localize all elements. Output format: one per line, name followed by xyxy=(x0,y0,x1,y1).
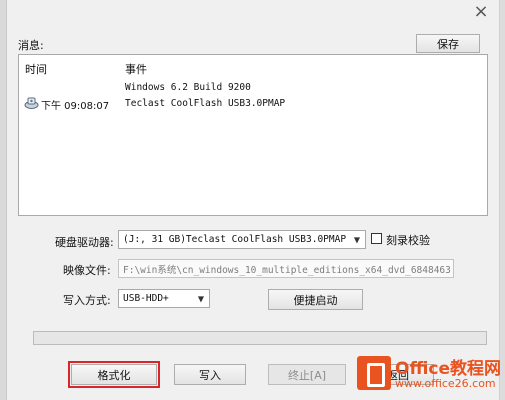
chevron-down-icon: ▼ xyxy=(197,294,204,303)
left-window-edge xyxy=(0,0,7,400)
abort-button[interactable]: 终止[A] xyxy=(268,364,346,385)
log-time: 下午 09:08:07 xyxy=(41,101,110,112)
progress-bar xyxy=(33,331,487,345)
office-logo-icon xyxy=(357,356,391,390)
close-icon[interactable]: × xyxy=(471,2,491,22)
format-button[interactable]: 格式化 xyxy=(71,364,157,385)
log-row: Windows 6.2 Build 9200 xyxy=(19,81,487,95)
watermark-brand: Office教程网 xyxy=(395,359,502,379)
log-row: 下午 09:08:07 Teclast CoolFlash USB3.0PMAP xyxy=(19,96,487,112)
quick-boot-button[interactable]: 便捷启动 xyxy=(268,289,363,310)
log-event: Teclast CoolFlash USB3.0PMAP xyxy=(125,98,286,109)
right-window-edge xyxy=(499,0,505,400)
drive-label: 硬盘驱动器: xyxy=(55,236,114,249)
write-button[interactable]: 写入 xyxy=(174,364,246,385)
office-watermark-logo: Office教程网 www.office26.com xyxy=(357,352,501,396)
write-mode-value: USB-HDD+ xyxy=(123,293,169,304)
write-mode-select[interactable]: USB-HDD+ ▼ xyxy=(118,289,210,308)
save-button[interactable]: 保存 xyxy=(416,34,480,53)
chevron-down-icon: ▼ xyxy=(353,235,360,244)
column-header-time: 时间 xyxy=(25,63,47,76)
message-log[interactable]: 时间 事件 Windows 6.2 Build 9200 下午 09:08:07… xyxy=(18,54,488,216)
verify-label: 刻录校验 xyxy=(386,234,430,247)
log-event: Windows 6.2 Build 9200 xyxy=(125,82,251,93)
column-header-event: 事件 xyxy=(125,63,147,76)
image-file-field[interactable]: F:\win系统\cn_windows_10_multiple_editions… xyxy=(118,259,454,278)
usb-drive-icon xyxy=(24,96,39,110)
write-mode-label: 写入方式: xyxy=(63,294,111,307)
drive-select-value: (J:, 31 GB)Teclast CoolFlash USB3.0PMAP xyxy=(123,234,347,245)
watermark-url: www.office26.com xyxy=(395,377,496,390)
image-file-label: 映像文件: xyxy=(63,264,111,277)
messages-label: 消息: xyxy=(18,39,44,52)
verify-checkbox[interactable] xyxy=(371,233,382,244)
drive-select[interactable]: (J:, 31 GB)Teclast CoolFlash USB3.0PMAP … xyxy=(118,230,366,249)
